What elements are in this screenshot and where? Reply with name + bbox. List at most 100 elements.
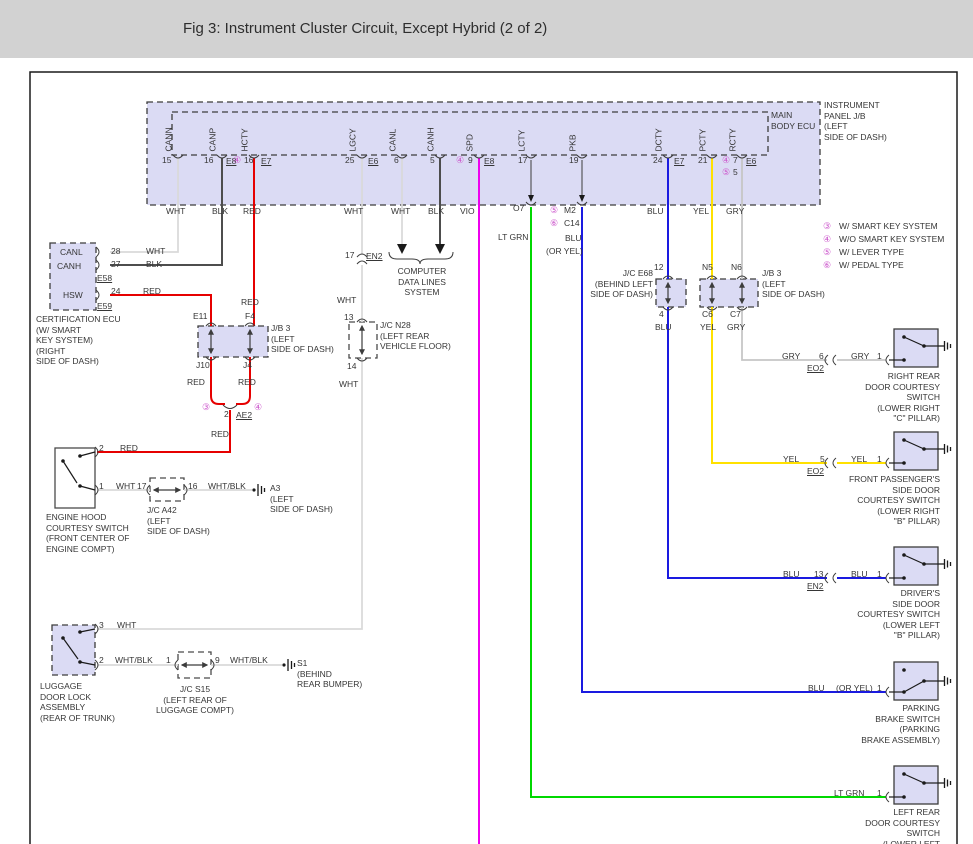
conn-e58: E58: [97, 273, 112, 284]
jb3l-caption: J/B 3 (LEFT SIDE OF DASH): [271, 323, 334, 355]
note-5a: ⑤: [722, 167, 730, 178]
pin-num-5: 5: [430, 155, 435, 166]
jb3l-pin-j4: J4: [243, 360, 252, 371]
jb3r-pin-n5: N5: [702, 262, 713, 273]
s15-caption: J/C S15 (LEFT REAR OF LUGGAGE COMPT): [140, 684, 250, 716]
computer-caption: COMPUTER DATA LINES SYSTEM: [383, 266, 461, 298]
sw5-pin-1: 1: [877, 788, 882, 799]
jb3l-red-b: RED: [238, 377, 256, 388]
sw2-yel-a: YEL: [783, 454, 799, 465]
conn-c14: C14: [564, 218, 580, 229]
hood-pin-2: 2: [99, 443, 104, 454]
labels-layer: INSTRUMENT PANEL J/B (LEFT SIDE OF DASH)…: [0, 58, 973, 844]
note-6a: ⑥: [550, 218, 558, 229]
cert-red: RED: [143, 286, 161, 297]
pin-canl: CANL: [388, 129, 399, 152]
jb3r-caption: J/B 3 (LEFT SIDE OF DASH): [762, 268, 825, 300]
sw5-caption: LEFT REAR DOOR COURTESY SWITCH (LOWER LE…: [790, 807, 940, 844]
n28-wht-top: WHT: [337, 295, 356, 306]
jb3r-pin-c6: C6: [702, 309, 713, 320]
pin-canp: CANP: [208, 128, 219, 152]
pin-canh: CANH: [426, 127, 437, 151]
instrument-panel-jb-label: INSTRUMENT PANEL J/B (LEFT SIDE OF DASH): [824, 100, 887, 142]
n28-wht-bot: WHT: [339, 379, 358, 390]
note-4d: ④: [254, 402, 262, 413]
pin-dcty: DCTY: [654, 128, 665, 151]
hood-red: RED: [120, 443, 138, 454]
pin-num-16b: 16: [244, 155, 253, 166]
wire-blu-2: BLU: [647, 206, 664, 217]
ae2-red: RED: [211, 429, 229, 440]
note-4a: ④: [233, 155, 241, 166]
ae2-pin-2: 2: [224, 409, 229, 420]
legend-4-num: ④: [823, 234, 831, 245]
hood-whtblk: WHT/BLK: [208, 481, 246, 492]
jb3l-red-a: RED: [187, 377, 205, 388]
pin-lgcy: LGCY: [348, 128, 359, 151]
legend-3-text: W/ SMART KEY SYSTEM: [839, 221, 938, 232]
jb3r-pin-c7: C7: [730, 309, 741, 320]
legend-5-text: W/ LEVER TYPE: [839, 247, 904, 258]
cert-num-24: 24: [111, 286, 120, 297]
sw1-pin-6: 6: [819, 351, 824, 362]
legend-4-text: W/O SMART KEY SYSTEM: [839, 234, 944, 245]
sw3-caption: DRIVER'S SIDE DOOR COURTESY SWITCH (LOWE…: [790, 588, 940, 641]
sw1-pin-1: 1: [877, 351, 882, 362]
a42-pin-17: 17: [137, 481, 146, 492]
cert-pin-hsw: HSW: [63, 290, 83, 301]
legend-6-text: W/ PEDAL TYPE: [839, 260, 904, 271]
conn-en2-mid: EN2: [366, 251, 383, 262]
sw1-gry-b: GRY: [851, 351, 869, 362]
pin-num-15: 15: [162, 155, 171, 166]
sw2-pin-1: 1: [877, 454, 882, 465]
gnd-s1-caption: S1 (BEHIND REAR BUMPER): [297, 658, 362, 690]
pin-rcty: RCTY: [728, 128, 739, 151]
cert-wht: WHT: [146, 246, 165, 257]
hood-caption: ENGINE HOOD COURTESY SWITCH (FRONT CENTE…: [46, 512, 129, 554]
lug-wht: WHT: [117, 620, 136, 631]
cert-pin-canh: CANH: [57, 261, 81, 272]
wire-gry-1: GRY: [726, 206, 744, 217]
conn-o7: O7: [513, 203, 524, 214]
main-body-ecu-label: MAIN BODY ECU: [771, 110, 815, 131]
sw4-caption: PARKING BRAKE SWITCH (PARKING BRAKE ASSE…: [790, 703, 940, 745]
legend-3-num: ③: [823, 221, 831, 232]
sw1-gry-a: GRY: [782, 351, 800, 362]
gnd-a3-caption: A3 (LEFT SIDE OF DASH): [270, 483, 333, 515]
jb3r-yel: YEL: [700, 322, 716, 333]
sw3-pin-13: 13: [814, 569, 823, 580]
s15-pin-1: 1: [166, 655, 171, 666]
jb3r-pin-n6: N6: [731, 262, 742, 273]
sw2-yel-b: YEL: [851, 454, 867, 465]
wire-wht-3: WHT: [391, 206, 410, 217]
wire-blk-2: BLK: [428, 206, 444, 217]
jb3l-red-top: RED: [241, 297, 259, 308]
figure-title: Fig 3: Instrument Cluster Circuit, Excep…: [183, 20, 547, 37]
cert-pin-canl: CANL: [60, 247, 83, 258]
note-3a: ③: [202, 402, 210, 413]
pin-num-25: 25: [345, 155, 354, 166]
conn-e6b: E6: [746, 156, 756, 167]
e68-pin-12: 12: [654, 262, 663, 273]
hood-pin-1: 1: [99, 481, 104, 492]
sw2-pin-5: 5: [820, 454, 825, 465]
lug-caption: LUGGAGE DOOR LOCK ASSEMBLY (REAR OF TRUN…: [40, 681, 115, 723]
jb3l-pin-j10: J10: [196, 360, 210, 371]
wire-wht-2: WHT: [344, 206, 363, 217]
lug-pin-2: 2: [99, 655, 104, 666]
pin-num-6: 6: [394, 155, 399, 166]
sw2-caption: FRONT PASSENGER'S SIDE DOOR COURTESY SWI…: [790, 474, 940, 527]
pin-cann: CANN: [164, 127, 175, 151]
pin-num-19: 19: [569, 155, 578, 166]
note-5b: ⑤: [550, 205, 558, 216]
pin-num-9: 9: [468, 155, 473, 166]
jb3l-pin-f4: F4: [245, 311, 255, 322]
a42-pin-16: 16: [188, 481, 197, 492]
cert-ecu-caption: CERTIFICATION ECU (W/ SMART KEY SYSTEM) …: [36, 314, 121, 367]
lug-whtblk-2: WHT/BLK: [230, 655, 268, 666]
pin-num-24: 24: [653, 155, 662, 166]
pin-pkb: PKB: [568, 134, 579, 151]
n28-caption: J/C N28 (LEFT REAR VEHICLE FLOOR): [380, 320, 451, 352]
diagram-area: INSTRUMENT PANEL J/B (LEFT SIDE OF DASH)…: [0, 58, 973, 844]
sw4-blu: BLU: [808, 683, 825, 694]
